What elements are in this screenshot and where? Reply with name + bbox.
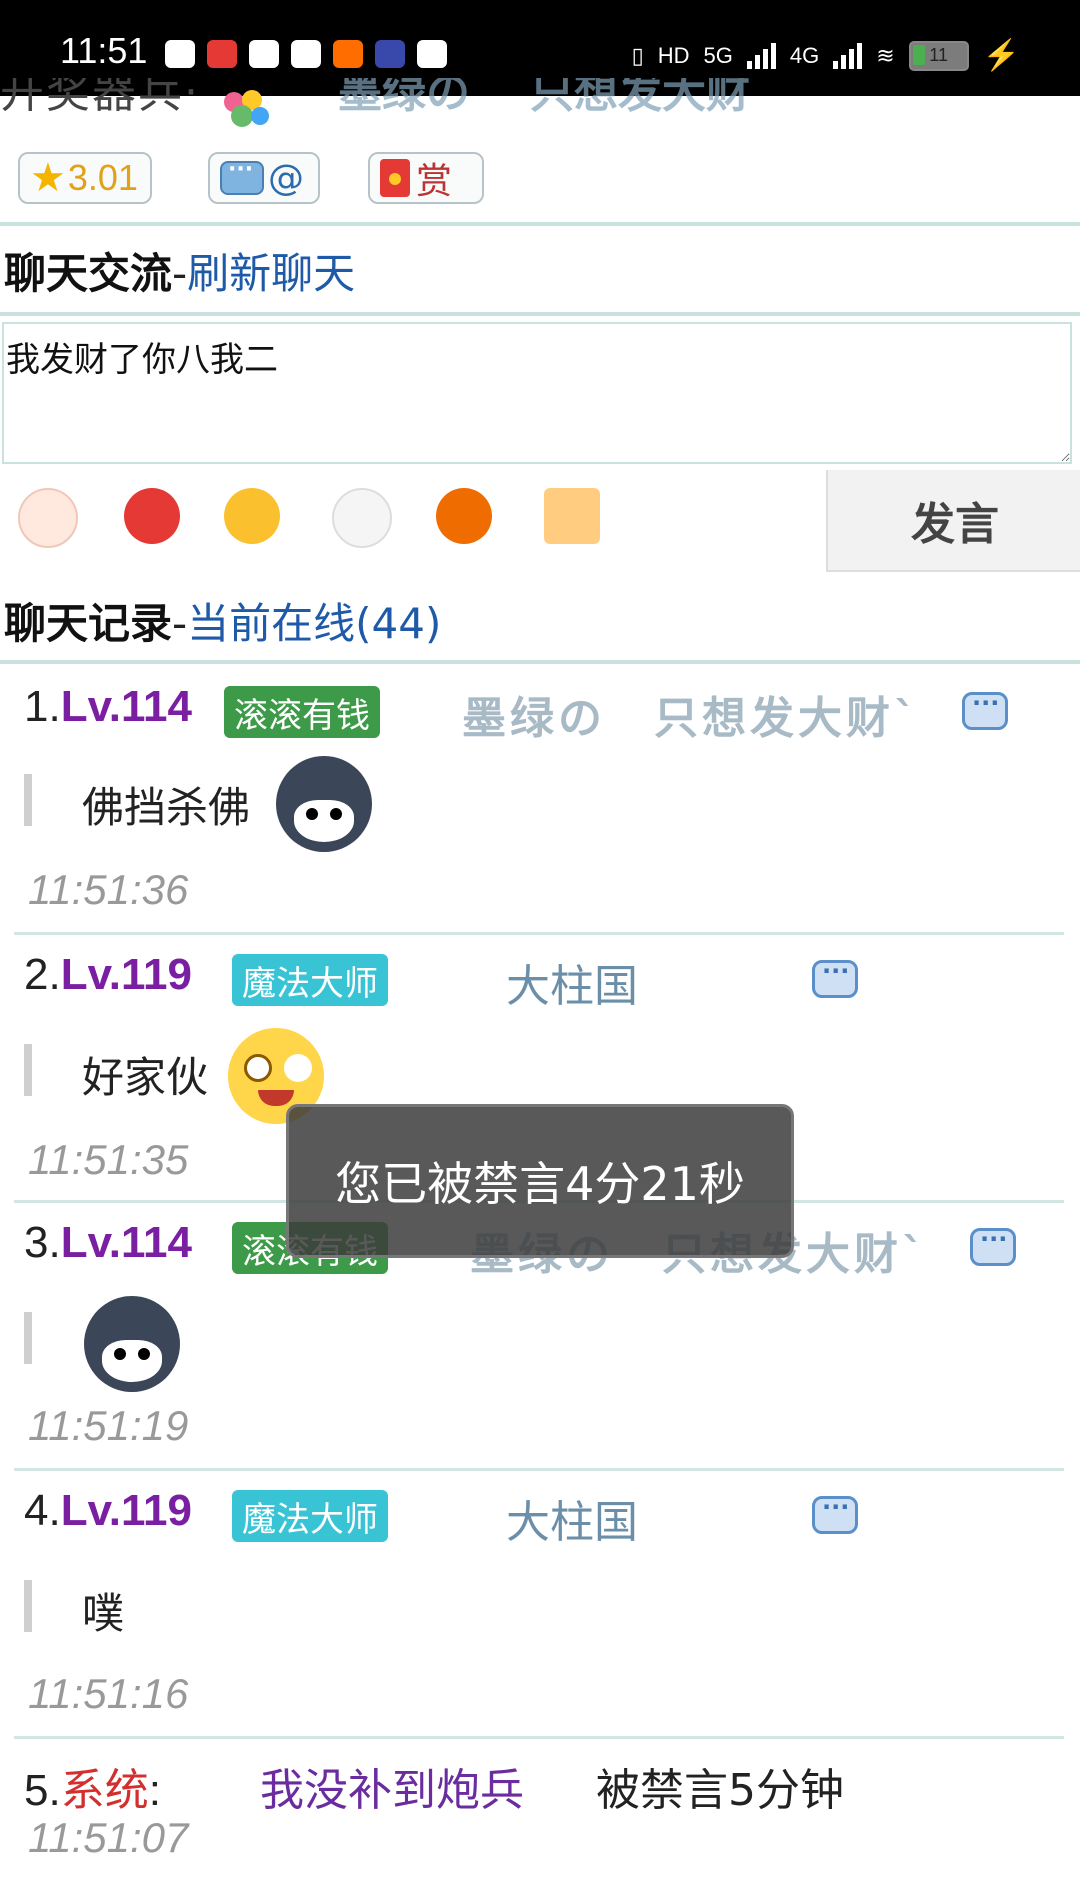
records-section-header: 聊天记录-当前在线(44) — [4, 590, 441, 651]
link-notification-icon — [249, 40, 279, 68]
star-value: 3.01 — [67, 157, 138, 198]
reply-chat-icon[interactable] — [962, 689, 1008, 730]
send-button[interactable]: 发言 — [826, 470, 1080, 572]
status-right: ▯ HD 5G 4G ≋ 11 ⚡ — [632, 38, 1020, 73]
message-separator — [14, 1468, 1064, 1471]
chat-message: 4.Lv.119 魔法大师 大柱国 噗 11:51:16 — [14, 1480, 1066, 1730]
message-index: 3.Lv.114 — [24, 1218, 192, 1267]
reply-chat-icon[interactable] — [812, 957, 858, 998]
message-username[interactable]: 墨绿の — [462, 682, 606, 746]
system-message-text: 被禁言5分钟 — [596, 1765, 844, 1816]
mention-button[interactable]: @ — [208, 152, 320, 204]
flower-icon — [224, 90, 269, 127]
quote-bar — [24, 1044, 32, 1096]
message-index: 2.Lv.119 — [24, 950, 192, 999]
husky-sticker-icon — [276, 756, 372, 852]
user-badge: 魔法大师 — [232, 1490, 388, 1542]
emoji-bar — [18, 488, 618, 548]
online-count-link[interactable]: 当前在线(44) — [187, 599, 441, 648]
cat-app-notification-icon — [291, 40, 321, 68]
user-badge: 魔法大师 — [232, 954, 388, 1006]
refresh-chat-link[interactable]: 刷新聊天 — [187, 249, 355, 298]
lion-dance-face-icon[interactable] — [436, 488, 492, 544]
header-user-name-a[interactable]: 墨绿の — [338, 78, 470, 120]
wifi-icon: ≋ — [876, 42, 895, 68]
hd-icon: HD — [657, 42, 690, 68]
xiaohongshu-notification-icon — [207, 40, 237, 68]
message-time: 11:51:36 — [28, 866, 189, 913]
chat-section-header: 聊天交流-刷新聊天 — [4, 240, 355, 301]
page-title-cut: 开奖器兵· — [0, 78, 200, 118]
5g-signal-icon: 5G — [703, 42, 733, 68]
message-time: 11:51:35 — [28, 1136, 189, 1183]
cut-header: 开奖器兵· 墨绿の 只想发大财 — [0, 78, 1080, 128]
user-badge: 滚滚有钱 — [224, 686, 380, 738]
message-index: 4.Lv.119 — [24, 1486, 192, 1535]
user-level[interactable]: Lv.114 — [61, 682, 192, 731]
reply-chat-icon[interactable] — [970, 1225, 1016, 1266]
cat-face-icon[interactable] — [332, 488, 392, 548]
quote-bar — [24, 774, 32, 826]
reward-label: 赏 — [416, 161, 453, 202]
storage-notification-icon — [417, 40, 447, 68]
love-letter-icon[interactable] — [544, 488, 600, 544]
fox-face-icon[interactable] — [124, 488, 180, 544]
battery-icon: 11 — [908, 40, 969, 71]
action-pills: ★ 3.01 @ 赏 — [18, 152, 484, 204]
video-notification-icon — [375, 40, 405, 68]
reward-button[interactable]: 赏 — [368, 152, 484, 204]
divider — [0, 312, 1080, 316]
husky-sticker-icon — [84, 1296, 180, 1392]
message-text: 好家伙 — [82, 1053, 209, 1102]
message-username-2[interactable]: 只想发大财ˋ — [654, 682, 920, 746]
divider — [0, 660, 1080, 664]
signal-bars-icon — [746, 42, 776, 69]
chat-message: 1.Lv.114 滚滚有钱 墨绿の 只想发大财ˋ 佛挡杀佛 11:51:36 — [14, 676, 1066, 926]
system-message: 5.系统: 我没补到炮兵 被禁言5分钟 11:51:07 — [14, 1748, 1066, 1880]
charging-bolt-icon: ⚡ — [982, 39, 1020, 72]
chat-input[interactable] — [2, 322, 1072, 464]
signal-bars-icon-2 — [833, 42, 863, 69]
title-dash: - — [172, 599, 188, 648]
star-icon: ★ — [30, 156, 66, 200]
chat-bubble-icon — [220, 157, 264, 195]
system-label: 系统 — [60, 1766, 149, 1815]
message-time: 11:51:19 — [28, 1402, 189, 1449]
peach-face-icon[interactable] — [18, 488, 78, 548]
quote-bar — [24, 1312, 32, 1364]
user-level[interactable]: Lv.119 — [61, 1486, 192, 1535]
message-separator — [14, 932, 1064, 935]
system-message-user[interactable]: 我没补到炮兵 — [260, 1754, 524, 1818]
message-time: 11:51:16 — [28, 1670, 189, 1717]
divider — [0, 222, 1080, 226]
quote-bar — [24, 1580, 32, 1632]
message-text: 噗 — [82, 1589, 125, 1638]
records-section-title: 聊天记录 — [4, 599, 173, 648]
app-notification-icon — [333, 40, 363, 68]
4g-signal-icon: 4G — [789, 42, 820, 68]
star-rating-button[interactable]: ★ 3.01 — [18, 152, 152, 204]
message-username[interactable]: 大柱国 — [506, 1486, 638, 1550]
message-index: 1.Lv.114 — [24, 682, 192, 731]
message-username[interactable]: 大柱国 — [506, 950, 638, 1014]
message-text: 佛挡杀佛 — [82, 783, 251, 832]
title-dash: - — [172, 249, 188, 298]
message-time: 11:51:07 — [28, 1814, 189, 1861]
chat-section-title: 聊天交流 — [4, 249, 173, 298]
reply-chat-icon[interactable] — [812, 1493, 858, 1534]
notification-icons — [165, 40, 447, 68]
vibrate-icon: ▯ — [631, 42, 644, 68]
red-envelope-icon — [380, 159, 410, 197]
wink-face-icon[interactable] — [224, 488, 280, 544]
header-user-name-b[interactable]: 只想发大财 — [530, 78, 750, 120]
message-separator — [14, 1736, 1064, 1739]
message-index: 5.系统: — [24, 1766, 161, 1815]
mention-label: @ — [268, 157, 304, 199]
message-notification-icon — [165, 40, 195, 68]
mute-toast: 您已被禁言4分21秒 — [286, 1104, 794, 1258]
status-time: 11:51 — [60, 30, 148, 71]
user-level[interactable]: Lv.114 — [61, 1218, 192, 1267]
user-level[interactable]: Lv.119 — [61, 950, 192, 999]
